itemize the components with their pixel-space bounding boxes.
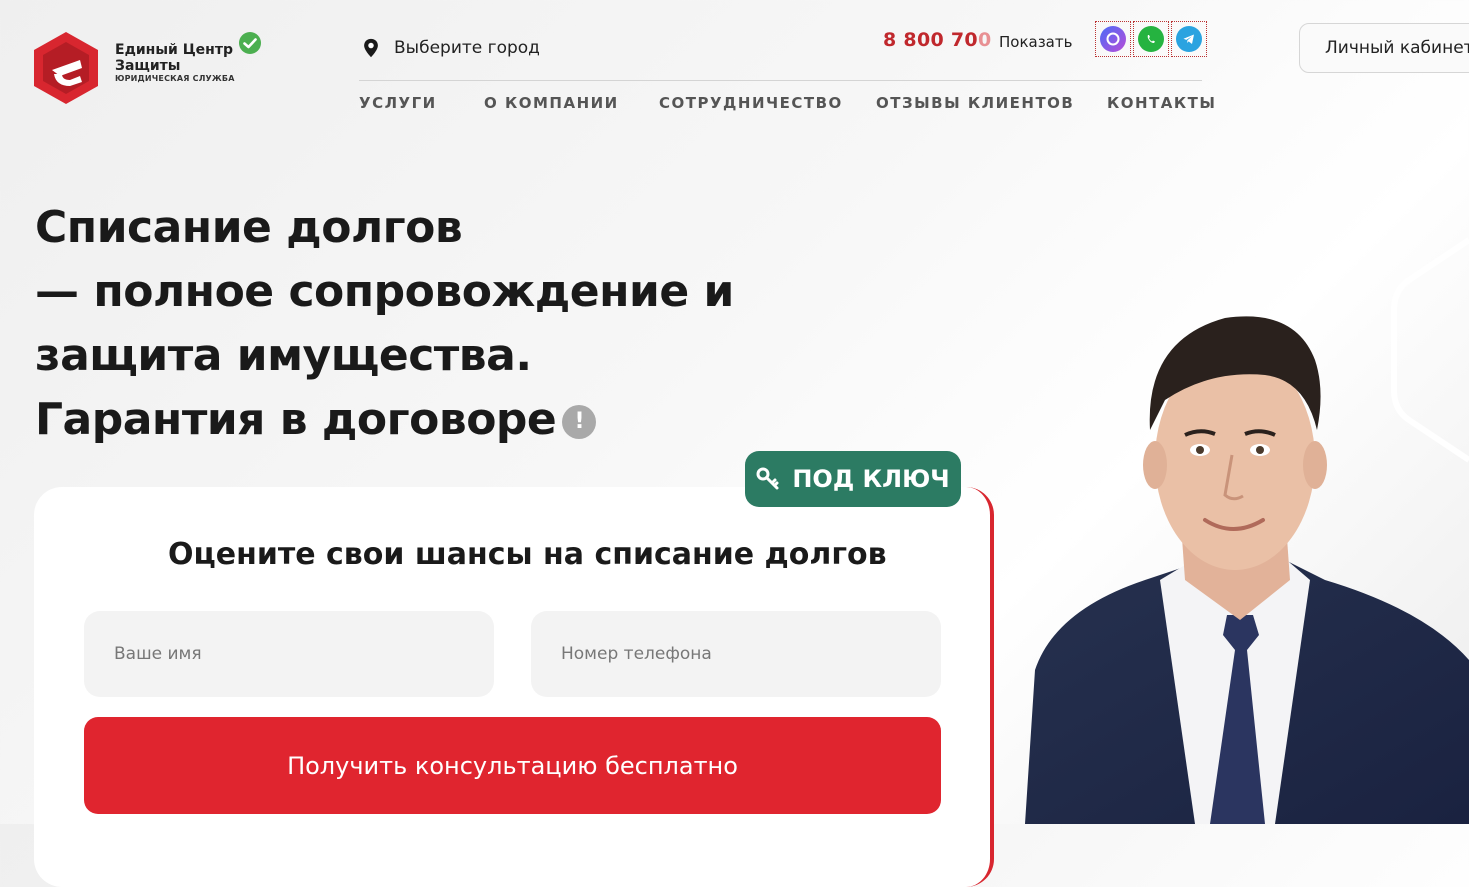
phone-input[interactable] bbox=[531, 611, 941, 697]
phone-faded: 0 bbox=[977, 29, 992, 51]
name-input[interactable] bbox=[84, 611, 494, 697]
company-logo-icon[interactable] bbox=[32, 30, 100, 106]
nav-item-partnership[interactable]: СОТРУДНИЧЕСТВО bbox=[659, 94, 876, 112]
brand-subtitle: ЮРИДИЧЕСКАЯ СЛУЖБА bbox=[115, 74, 235, 83]
city-label: Выберите город bbox=[394, 38, 540, 58]
phone-number[interactable]: 8 800 700 bbox=[883, 29, 991, 51]
hero-line1: Списание долгов bbox=[35, 202, 463, 253]
turnkey-badge: ПОД КЛЮЧ bbox=[745, 451, 961, 507]
max-icon bbox=[1100, 26, 1126, 52]
form-title: Оцените свои шансы на списание долгов bbox=[168, 537, 887, 572]
hero-line4: Гарантия в договоре bbox=[35, 394, 557, 445]
nav-item-reviews[interactable]: ОТЗЫВЫ КЛИЕНТОВ bbox=[876, 94, 1107, 112]
show-phone-link[interactable]: Показать bbox=[999, 33, 1072, 51]
hero-headline: Списание долгов — полное сопровождение и… bbox=[35, 196, 734, 452]
hero-line3: защита имущества. bbox=[35, 330, 532, 381]
personal-cabinet-button[interactable]: Личный кабинет bbox=[1299, 23, 1469, 73]
hero-line4-wrap: Гарантия в договоре! bbox=[35, 388, 734, 452]
location-pin-icon bbox=[364, 38, 378, 58]
key-icon bbox=[756, 467, 779, 490]
main-nav: УСЛУГИ О КОМПАНИИ СОТРУДНИЧЕСТВО ОТЗЫВЫ … bbox=[359, 94, 1216, 112]
get-consultation-button[interactable]: Получить консультацию бесплатно bbox=[84, 717, 941, 814]
brand-name: Единый Центр Защиты ЮРИДИЧЕСКАЯ СЛУЖБА bbox=[115, 42, 235, 84]
nav-item-contacts[interactable]: КОНТАКТЫ bbox=[1107, 94, 1216, 112]
nav-item-about[interactable]: О КОМПАНИИ bbox=[484, 94, 659, 112]
phone-visible: 8 800 70 bbox=[883, 29, 978, 51]
telegram-button[interactable] bbox=[1171, 21, 1207, 57]
brand-line1: Единый Центр bbox=[115, 42, 233, 58]
whatsapp-icon bbox=[1138, 26, 1164, 52]
info-icon[interactable]: ! bbox=[562, 405, 597, 439]
brand-line2: Защиты bbox=[115, 58, 181, 74]
header-divider bbox=[359, 80, 1202, 81]
telegram-icon bbox=[1176, 26, 1202, 52]
nav-item-services[interactable]: УСЛУГИ bbox=[359, 94, 484, 112]
badge-label: ПОД КЛЮЧ bbox=[792, 465, 950, 493]
verified-check-icon bbox=[239, 32, 261, 54]
lawyer-photo bbox=[1025, 316, 1469, 824]
whatsapp-button[interactable] bbox=[1133, 21, 1169, 57]
hero-line2: — полное сопровождение и bbox=[35, 266, 734, 317]
city-selector[interactable]: Выберите город bbox=[360, 37, 540, 59]
max-messenger-button[interactable] bbox=[1095, 21, 1131, 57]
